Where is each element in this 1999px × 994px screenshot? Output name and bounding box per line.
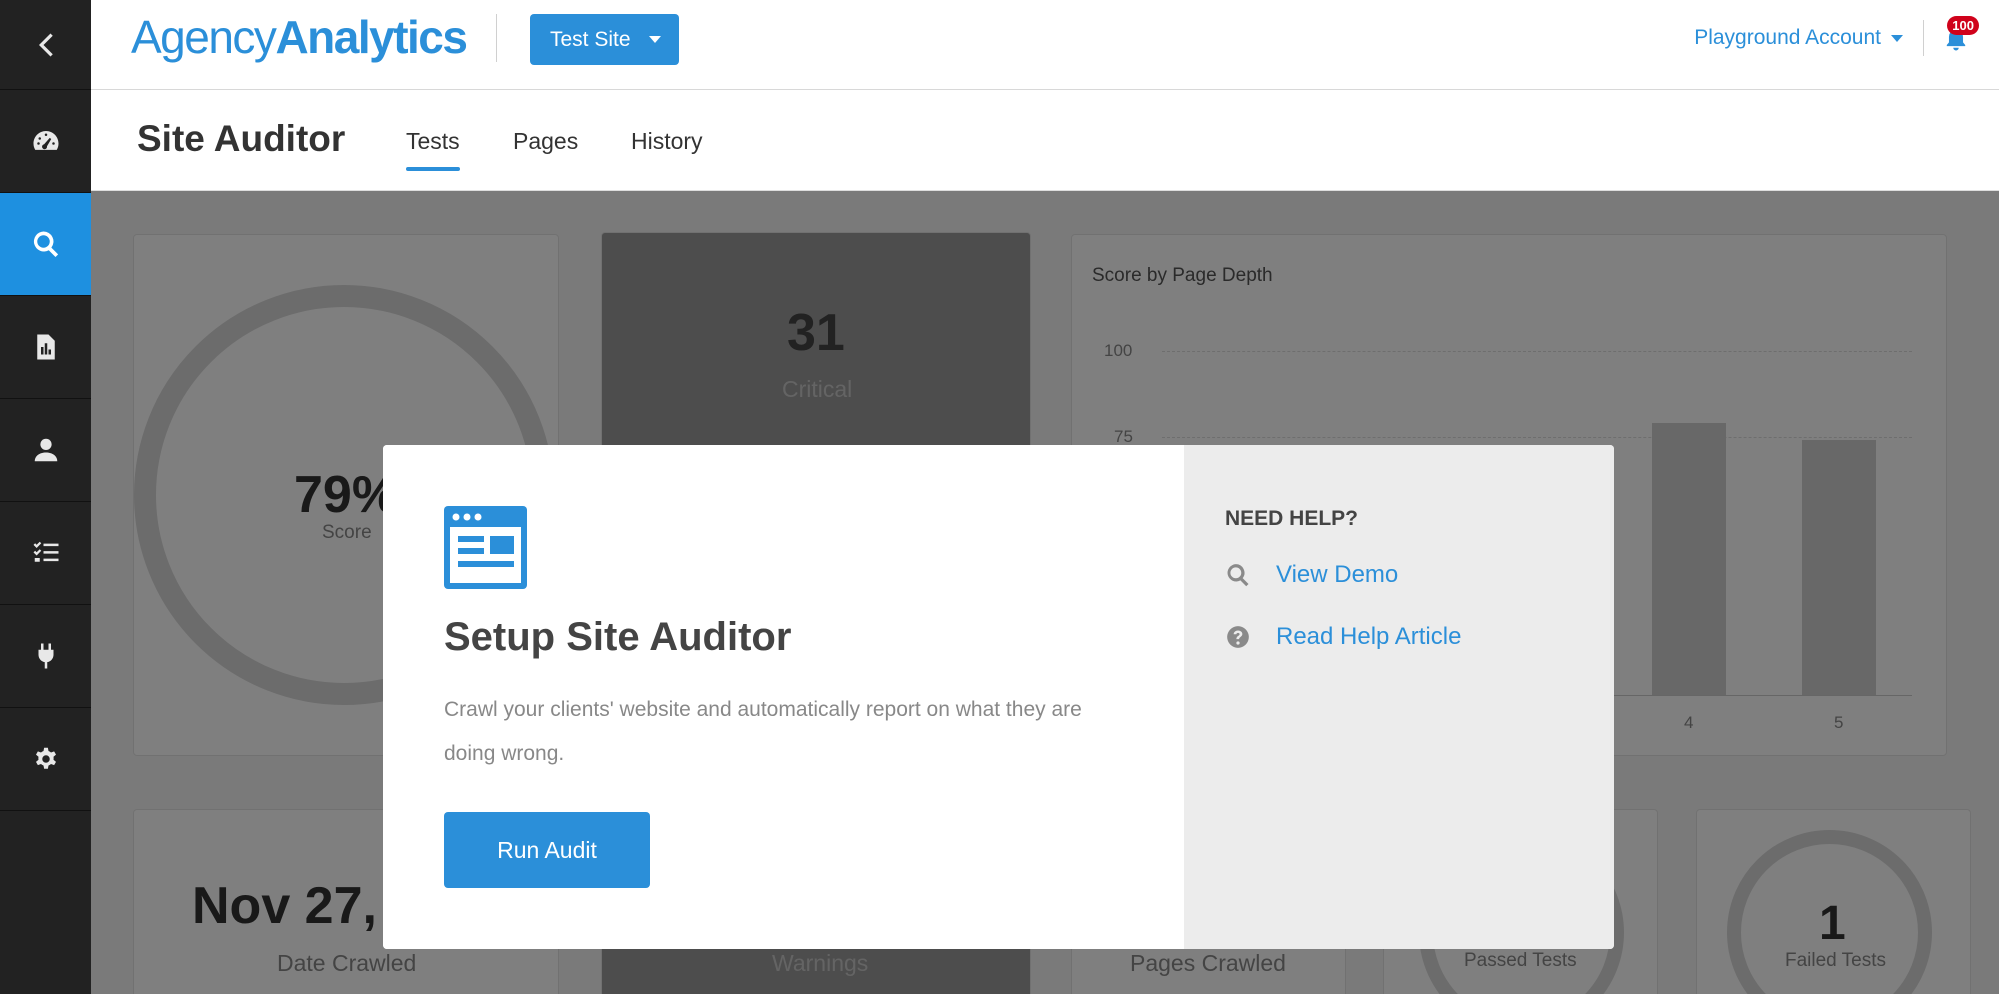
notification-count-badge: 100 — [1947, 16, 1979, 35]
user-icon — [34, 438, 57, 462]
plug-icon — [38, 643, 53, 669]
header-divider — [496, 14, 497, 62]
modal-main-panel: Setup Site Auditor Crawl your clients' w… — [383, 445, 1184, 949]
site-selector-dropdown[interactable]: Test Site — [530, 14, 679, 65]
modal-description: Crawl your clients' website and automati… — [444, 698, 1082, 765]
view-demo-label: View Demo — [1276, 561, 1399, 588]
header-divider-right — [1923, 20, 1924, 56]
sidebar-item-reports[interactable] — [0, 296, 91, 399]
top-header: AgencyAnalytics Test Site Playground Acc… — [91, 0, 1999, 90]
modal-title: Setup Site Auditor — [444, 615, 792, 659]
tab-history[interactable]: History — [631, 128, 703, 155]
help-article-link[interactable]: Read Help Article — [1225, 623, 1461, 651]
sidebar-item-users[interactable] — [0, 399, 91, 502]
page-title: Site Auditor — [137, 118, 346, 159]
help-panel: NEED HELP? View Demo Read Help Article — [1184, 445, 1614, 949]
tab-pages[interactable]: Pages — [513, 128, 578, 155]
caret-down-icon — [648, 36, 661, 43]
sidebar-item-dashboard[interactable] — [0, 90, 91, 193]
sidebar — [0, 0, 91, 994]
agency-analytics-logo[interactable]: AgencyAnalytics — [131, 10, 468, 64]
account-dropdown[interactable]: Playground Account — [1694, 26, 1903, 50]
sidebar-item-integrations[interactable] — [0, 605, 91, 708]
setup-modal: Setup Site Auditor Crawl your clients' w… — [383, 445, 1614, 949]
report-icon — [36, 334, 55, 360]
gear-icon — [35, 747, 56, 769]
caret-down-icon — [1891, 34, 1903, 42]
help-title: NEED HELP? — [1225, 507, 1359, 530]
browser-window-icon — [444, 506, 527, 589]
sidebar-item-tasks[interactable] — [0, 502, 91, 605]
site-selector-label: Test Site — [550, 27, 631, 51]
view-demo-link[interactable]: View Demo — [1225, 561, 1398, 589]
search-icon — [1227, 564, 1249, 587]
tab-tests[interactable]: Tests — [406, 128, 460, 171]
question-circle-icon — [1227, 626, 1249, 648]
help-article-label: Read Help Article — [1276, 623, 1462, 650]
account-name: Playground Account — [1694, 26, 1881, 49]
run-audit-button[interactable]: Run Audit — [444, 812, 650, 888]
chevron-left-icon — [38, 33, 53, 56]
page-subheader: Site Auditor Tests Pages History — [91, 90, 1999, 191]
collapse-sidebar-button[interactable] — [0, 0, 91, 90]
dashboard-gauge-icon — [33, 131, 58, 150]
search-icon — [33, 231, 58, 257]
sidebar-item-settings[interactable] — [0, 708, 91, 811]
tasks-icon — [33, 541, 58, 562]
sidebar-item-site-auditor[interactable] — [0, 193, 91, 296]
